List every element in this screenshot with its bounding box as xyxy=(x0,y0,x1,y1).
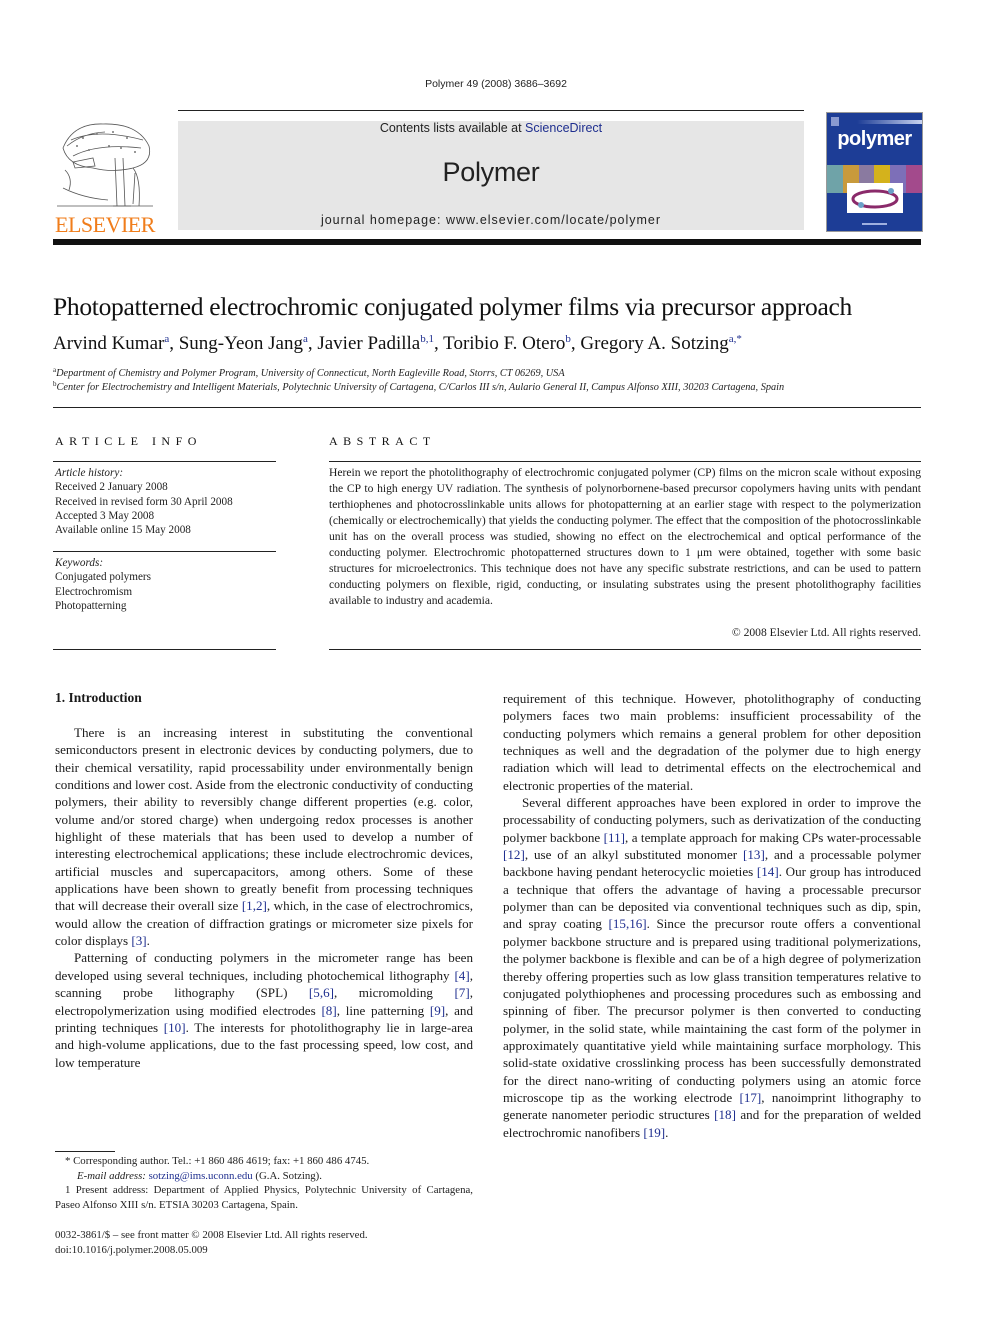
article-title: Photopatterned electrochromic conjugated… xyxy=(53,292,852,321)
citation-link[interactable]: [19] xyxy=(643,1125,665,1140)
citation-link[interactable]: [18] xyxy=(714,1107,736,1122)
citation-link[interactable]: [1,2] xyxy=(242,898,267,913)
cover-publisher-icon xyxy=(831,117,839,126)
keywords: Keywords: Conjugated polymers Electrochr… xyxy=(55,556,280,613)
history-item: Received 2 January 2008 xyxy=(55,481,168,494)
affiliation-text: Center for Electrochemistry and Intellig… xyxy=(56,382,785,393)
citation-link[interactable]: [8] xyxy=(321,1003,336,1018)
abstract-text: Herein we report the photolithography of… xyxy=(329,466,921,607)
journal-reference: Polymer 49 (2008) 3686–3692 xyxy=(425,78,567,90)
divider xyxy=(53,407,921,408)
history-item: Available online 15 May 2008 xyxy=(55,524,191,537)
paragraph: There is an increasing interest in subst… xyxy=(55,725,473,949)
citation-link[interactable]: [9] xyxy=(430,1003,445,1018)
keywords-label: Keywords: xyxy=(55,557,104,569)
article-history: Article history: Received 2 January 2008… xyxy=(55,466,280,537)
abstract-heading: ABSTRACT xyxy=(329,434,436,448)
body-column-right: requirement of this technique. However, … xyxy=(503,690,921,1141)
footnotes: * Corresponding author. Tel.: +1 860 486… xyxy=(55,1154,473,1212)
divider xyxy=(329,649,921,650)
author[interactable]: Toribio F. Otero xyxy=(443,333,565,354)
footnote-email: E-mail address: sotzing@ims.uconn.edu (G… xyxy=(55,1169,473,1184)
citation-link[interactable]: [4] xyxy=(454,968,469,983)
author-affiliation-marker[interactable]: a xyxy=(164,333,169,345)
author-list: Arvind Kumara, Sung-Yeon Janga, Javier P… xyxy=(53,333,742,354)
author-affiliation-marker[interactable]: b xyxy=(565,333,571,345)
affiliation: bCenter for Electrochemistry and Intelli… xyxy=(53,380,933,393)
email-label: E-mail address: xyxy=(77,1169,149,1182)
keyword: Electrochromism xyxy=(55,585,133,598)
affiliation: aDepartment of Chemistry and Polymer Pro… xyxy=(53,366,933,379)
footnote-rule xyxy=(55,1151,115,1152)
author[interactable]: Javier Padilla xyxy=(317,333,420,354)
footnote-corresponding: * Corresponding author. Tel.: +1 860 486… xyxy=(65,1155,370,1167)
cover-stripe xyxy=(857,120,922,124)
publication-info: 0032-3861/$ – see front matter © 2008 El… xyxy=(55,1228,473,1257)
citation-link[interactable]: [11] xyxy=(604,830,625,845)
citation-link[interactable]: [10] xyxy=(164,1020,186,1035)
contents-availability: Contents lists available at ScienceDirec… xyxy=(178,121,804,135)
keyword: Conjugated polymers xyxy=(55,571,152,584)
footnote-present-address: 1 Present address: Department of Applied… xyxy=(55,1184,473,1211)
citation-link[interactable]: [17] xyxy=(739,1090,761,1105)
author-affiliation-marker[interactable]: a,* xyxy=(729,333,742,345)
email-suffix: (G.A. Sotzing). xyxy=(252,1169,322,1182)
journal-name: Polymer xyxy=(442,157,540,187)
history-label: Article history: xyxy=(55,467,124,479)
cover-title: polymer xyxy=(837,128,912,150)
body-column-left: There is an increasing interest in subst… xyxy=(55,724,473,1071)
affiliation-text: Department of Chemistry and Polymer Prog… xyxy=(56,368,565,379)
author[interactable]: Arvind Kumar xyxy=(53,333,164,354)
author[interactable]: Gregory A. Sotzing xyxy=(580,333,728,354)
contents-prefix: Contents lists available at xyxy=(379,121,526,135)
citation-link[interactable]: [3] xyxy=(131,933,146,948)
cover-footer-mark xyxy=(862,223,887,225)
divider xyxy=(53,551,276,552)
header-thick-rule xyxy=(53,239,921,245)
header-top-rule xyxy=(178,110,804,111)
divider xyxy=(53,649,276,650)
paragraph: Several different approaches have been e… xyxy=(503,795,922,1140)
divider xyxy=(329,461,921,462)
citation-link[interactable]: [5,6] xyxy=(309,985,334,1000)
journal-cover-image: polymer xyxy=(826,112,923,232)
citation-link[interactable]: [13] xyxy=(743,847,765,862)
citation-link[interactable]: [7] xyxy=(454,985,469,1000)
email-link[interactable]: sotzing@ims.uconn.edu xyxy=(149,1170,253,1182)
journal-homepage-link[interactable]: journal homepage: www.elsevier.com/locat… xyxy=(178,213,804,227)
abstract-copyright: © 2008 Elsevier Ltd. All rights reserved… xyxy=(731,626,921,639)
doi[interactable]: doi:10.1016/j.polymer.2008.05.009 xyxy=(55,1243,473,1258)
citation-link[interactable]: [14] xyxy=(757,864,779,879)
sciencedirect-link[interactable]: ScienceDirect xyxy=(525,121,602,135)
elsevier-wordmark: ELSEVIER xyxy=(55,212,155,237)
section-heading-introduction: 1. Introduction xyxy=(55,690,142,705)
issn-line: 0032-3861/$ – see front matter © 2008 El… xyxy=(55,1229,368,1241)
author-affiliation-marker[interactable]: a xyxy=(303,333,308,345)
citation-link[interactable]: [15,16] xyxy=(608,916,646,931)
divider xyxy=(53,461,276,462)
history-item: Accepted 3 May 2008 xyxy=(55,509,155,522)
history-item: Received in revised form 30 April 2008 xyxy=(55,495,233,508)
author-affiliation-marker[interactable]: b,1 xyxy=(420,333,434,345)
paragraph: Patterning of conducting polymers in the… xyxy=(55,950,473,1070)
keyword: Photopatterning xyxy=(55,599,127,612)
author[interactable]: Sung-Yeon Jang xyxy=(179,333,303,354)
article-info-heading: ARTICLE INFO xyxy=(55,434,202,448)
paragraph: requirement of this technique. However, … xyxy=(503,691,921,793)
citation-link[interactable]: [12] xyxy=(503,847,525,862)
cover-inset-image xyxy=(847,183,903,213)
